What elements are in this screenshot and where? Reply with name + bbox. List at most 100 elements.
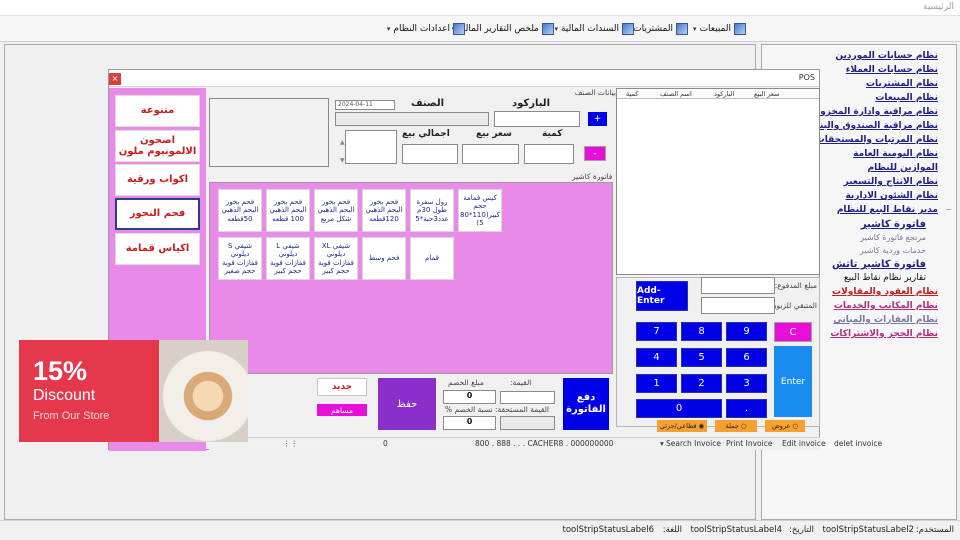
total-input[interactable] bbox=[402, 144, 458, 164]
amount-paid-label: مبلغ المدفوع: bbox=[774, 281, 817, 290]
tree-item-scales[interactable]: الموازين للنظام bbox=[868, 163, 939, 173]
invoice-grid[interactable]: سعر البيع الباركود اسم الصنف كمية bbox=[616, 88, 820, 275]
product-button[interactable]: فحم بخور البحم الذهبي شكل مربع bbox=[314, 189, 358, 232]
tree-item-real-estate[interactable]: نظام العقارات والمباني bbox=[833, 315, 938, 325]
due-input[interactable] bbox=[500, 416, 555, 430]
key-2[interactable]: 2 bbox=[681, 374, 722, 393]
tree-item-cash-banks[interactable]: نظام مراقبة الصندوق والبنوك bbox=[806, 121, 938, 131]
discount-pct-input[interactable]: 0 bbox=[443, 416, 496, 430]
remaining-input[interactable] bbox=[701, 297, 775, 314]
key-6[interactable]: 6 bbox=[726, 348, 767, 367]
product-button[interactable]: شيفي S ديلوني قفازات قوية حجم صغير bbox=[218, 237, 262, 280]
promo-title: Discount bbox=[33, 387, 96, 404]
close-icon[interactable]: × bbox=[109, 73, 121, 85]
product-button[interactable]: فحم بخور البحم الذهبي 50قطعه bbox=[218, 189, 262, 232]
product-button[interactable]: رول سفرة طول 30م عدد3حبة*5 bbox=[410, 189, 454, 232]
qty-input[interactable] bbox=[524, 144, 574, 164]
menu-financial-summary[interactable]: ملخص التقارير المالية ▾ bbox=[452, 21, 554, 37]
print-invoice-button[interactable]: Print Invoice bbox=[726, 439, 772, 448]
contributor-button[interactable]: مساهم bbox=[317, 404, 367, 416]
discount-amount-input[interactable]: 0 bbox=[443, 390, 496, 404]
new-button[interactable]: جديد bbox=[317, 378, 367, 396]
tree-item-pos-manager[interactable]: مدير نقاط البيع للنظام bbox=[837, 205, 938, 215]
payment-option-retail[interactable]: ◉ قطاعي/جزئي bbox=[657, 420, 707, 432]
pay-invoice-button[interactable]: دفع الفاتورة bbox=[563, 378, 609, 430]
product-button[interactable]: شيفي L ديلوني قفازات قوية حجم كبير bbox=[266, 237, 310, 280]
enter-button[interactable]: Enter bbox=[774, 346, 812, 417]
key-0[interactable]: 0 bbox=[636, 399, 722, 418]
tree-item-inventory[interactable]: نظام مراقبة وادارة المخزون bbox=[812, 107, 938, 117]
key-8[interactable]: 8 bbox=[681, 322, 722, 341]
product-button[interactable]: فحم وسط bbox=[362, 237, 406, 280]
category-button[interactable]: اكواب ورقية bbox=[115, 164, 200, 196]
pos-title: POS bbox=[798, 73, 815, 82]
delete-invoice-button[interactable]: delet invoice bbox=[834, 439, 882, 448]
report-icon bbox=[734, 23, 746, 35]
tree-item-production[interactable]: نظام الانتاج والتسعير bbox=[844, 177, 938, 187]
tree-item-offices[interactable]: نظام المكاتب والخدمات bbox=[834, 301, 938, 311]
price-input[interactable] bbox=[462, 144, 519, 164]
tree-item-purchases[interactable]: نظام المشتريات bbox=[866, 79, 938, 89]
tree-item-shift-services[interactable]: خدمات وردية كاشير bbox=[860, 246, 926, 255]
menu-purchases[interactable]: المشتريات ▾ bbox=[627, 21, 688, 37]
category-button-active[interactable]: فحم النحور bbox=[115, 198, 200, 230]
pos-titlebar: × POS bbox=[109, 70, 819, 87]
discount-promo-banner[interactable]: 15% Discount From Our Store bbox=[19, 340, 248, 442]
menu-vouchers[interactable]: السندات المالية ▾ bbox=[554, 21, 634, 37]
menu-system-settings[interactable]: اعدادات النظام ▾ bbox=[387, 21, 465, 37]
item-notes-box[interactable] bbox=[345, 130, 397, 164]
category-button[interactable]: متنوعة bbox=[115, 95, 200, 127]
scroll-down-icon[interactable]: ▼ bbox=[340, 157, 345, 164]
key-4[interactable]: 4 bbox=[636, 348, 677, 367]
product-button[interactable]: فحم بخور البحم الذهبي 100 قطعه bbox=[266, 189, 310, 232]
key-1[interactable]: 1 bbox=[636, 374, 677, 393]
tree-item-customers[interactable]: نظام حسابات العملاء bbox=[846, 65, 938, 75]
payment-option-offers[interactable]: ○ عروض bbox=[765, 420, 805, 432]
tree-item-cashier-return[interactable]: مرتجع فاتورة كاشير bbox=[860, 233, 926, 242]
tree-item-booking[interactable]: نظام الحجز والاشتراكات bbox=[830, 329, 938, 339]
tree-item-sales[interactable]: نظام المبيعات bbox=[875, 93, 938, 103]
tree-item-touch-invoice[interactable]: فاتورة كاشير تاتش bbox=[832, 259, 926, 270]
menu-sales[interactable]: المبيعات ▾ bbox=[693, 21, 746, 37]
category-button[interactable]: اكياس قمامة bbox=[115, 233, 200, 265]
amount-paid-input[interactable] bbox=[701, 277, 775, 294]
product-button[interactable]: كيس قمامة حجم كبير(110*80 5) bbox=[458, 189, 502, 232]
key-7[interactable]: 7 bbox=[636, 322, 677, 341]
collapse-icon[interactable]: − bbox=[945, 205, 952, 214]
category-button[interactable]: اصحون الالمونيوم ملون bbox=[115, 130, 200, 162]
item-name-input[interactable] bbox=[335, 112, 489, 126]
key-5[interactable]: 5 bbox=[681, 348, 722, 367]
item-data-area: بيانات الصنف الباركود الصنف 2024-04-11 +… bbox=[209, 88, 616, 181]
payment-option-wholesale[interactable]: ○ جملة bbox=[715, 420, 757, 432]
user-value: toolStripStatusLabel2 bbox=[822, 525, 915, 535]
tree-item-suppliers[interactable]: نظام حسابات الموردين bbox=[835, 51, 938, 61]
tree-item-admin[interactable]: نظام الشئون الادارية bbox=[845, 191, 938, 201]
product-button[interactable]: فحم بخور البحم الذهبي 120قطعه bbox=[362, 189, 406, 232]
edit-invoice-button[interactable]: Edit invoice bbox=[782, 439, 826, 448]
key-3[interactable]: 3 bbox=[726, 374, 767, 393]
product-button[interactable]: شيفي XL ديلوني قفازات قوية حجم كبير bbox=[314, 237, 358, 280]
search-invoice-button[interactable]: Search Invoice bbox=[666, 439, 721, 448]
tree-item-payroll[interactable]: نظام المرتبات والمستحقات bbox=[816, 135, 938, 145]
chevron-down-icon[interactable]: ▾ bbox=[660, 439, 664, 448]
add-enter-button[interactable]: Add-Enter bbox=[636, 281, 688, 311]
save-button[interactable]: حفظ bbox=[378, 378, 436, 430]
value-input[interactable] bbox=[500, 391, 555, 404]
date-picker[interactable]: 2024-04-11 bbox=[335, 100, 395, 110]
clear-button[interactable]: C bbox=[774, 322, 812, 342]
tree-item-pos-reports[interactable]: تقارير نظام نقاط البيع bbox=[844, 273, 926, 283]
key-9[interactable]: 9 bbox=[726, 322, 767, 341]
key-dot[interactable]: . bbox=[726, 399, 767, 418]
payment-option-label: جملة bbox=[725, 422, 739, 430]
scroll-up-icon[interactable]: ▲ bbox=[340, 139, 345, 146]
add-button[interactable]: + bbox=[588, 112, 607, 126]
remove-button[interactable]: - bbox=[584, 146, 606, 161]
grid-header-name: اسم الصنف bbox=[660, 90, 692, 98]
tree-item-journal[interactable]: نظام اليومية العامة bbox=[853, 149, 938, 159]
barcode-input[interactable] bbox=[494, 111, 580, 127]
tree-item-cashier-invoice[interactable]: فاتورة كاشير bbox=[861, 219, 926, 230]
tree-item-contracts[interactable]: نظام العقود والمقاولات bbox=[832, 287, 938, 297]
date-label: التاريخ: bbox=[789, 525, 814, 535]
grid-header: سعر البيع الباركود اسم الصنف كمية bbox=[617, 89, 819, 99]
product-button[interactable]: قمام bbox=[410, 237, 454, 280]
